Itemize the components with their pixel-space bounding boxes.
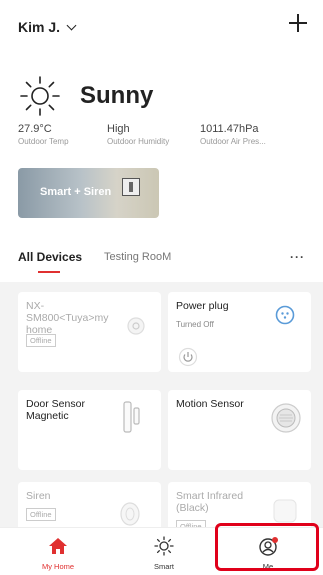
add-icon[interactable] <box>289 14 307 32</box>
camera-icon <box>127 317 145 335</box>
weather-condition: Sunny <box>80 82 154 109</box>
more-icon[interactable]: ··· <box>290 250 305 264</box>
smart-sun-icon <box>154 536 174 556</box>
device-card-motion-sensor[interactable]: Motion Sensor <box>168 390 311 470</box>
tab-testing-room[interactable]: Testing RooM <box>104 251 171 263</box>
plug-icon <box>275 305 295 325</box>
device-name: Smart Infrared (Black) <box>176 490 244 514</box>
home-icon <box>49 538 67 554</box>
home-selector[interactable]: Kim J. <box>18 19 77 35</box>
tab-label: My Home <box>41 562 75 571</box>
header: Kim J. <box>0 0 323 58</box>
siren-device-icon <box>122 178 140 196</box>
outdoor-humidity: High Outdoor Humidity <box>107 123 170 146</box>
device-name: Door Sensor Magnetic <box>26 398 85 422</box>
siren-icon <box>120 502 140 526</box>
room-tabs: All Devices Testing RooM ··· <box>0 238 323 282</box>
tab-smart[interactable]: Smart <box>124 528 204 575</box>
home-name: Kim J. <box>18 19 61 35</box>
scene-banner[interactable]: Smart + Siren <box>18 168 159 218</box>
motion-sensor-icon <box>271 403 301 433</box>
power-toggle-icon[interactable] <box>178 347 198 367</box>
offline-badge: Offline <box>26 334 56 347</box>
device-name: Power plug <box>176 300 229 312</box>
door-sensor-icon <box>123 401 140 433</box>
device-name: NX-SM800<Tuya>my home <box>26 300 109 336</box>
offline-badge: Offline <box>26 508 56 521</box>
device-card-nx-sm800[interactable]: NX-SM800<Tuya>my home Offline <box>18 292 161 372</box>
chevron-down-icon <box>66 20 77 30</box>
tab-all-devices[interactable]: All Devices <box>18 250 82 264</box>
highlight-box <box>215 523 319 571</box>
device-name: Motion Sensor <box>176 398 244 410</box>
tab-my-home[interactable]: My Home <box>18 528 98 575</box>
device-card-door-sensor[interactable]: Door Sensor Magnetic <box>18 390 161 470</box>
active-tab-indicator <box>38 271 60 273</box>
weather-panel: Sunny 27.9°C Outdoor Temp High Outdoor H… <box>0 58 323 238</box>
tab-label: Smart <box>153 562 174 571</box>
banner-text: Smart + Siren <box>40 186 112 198</box>
sun-icon <box>20 76 60 116</box>
infrared-remote-icon <box>273 499 297 523</box>
outdoor-air-pressure: 1011.47hPa Outdoor Air Pres... <box>200 123 266 146</box>
device-card-power-plug[interactable]: Power plug Turned Off <box>168 292 311 372</box>
device-status: Turned Off <box>176 320 214 329</box>
outdoor-temp: 27.9°C Outdoor Temp <box>18 123 69 146</box>
device-name: Siren <box>26 490 51 502</box>
